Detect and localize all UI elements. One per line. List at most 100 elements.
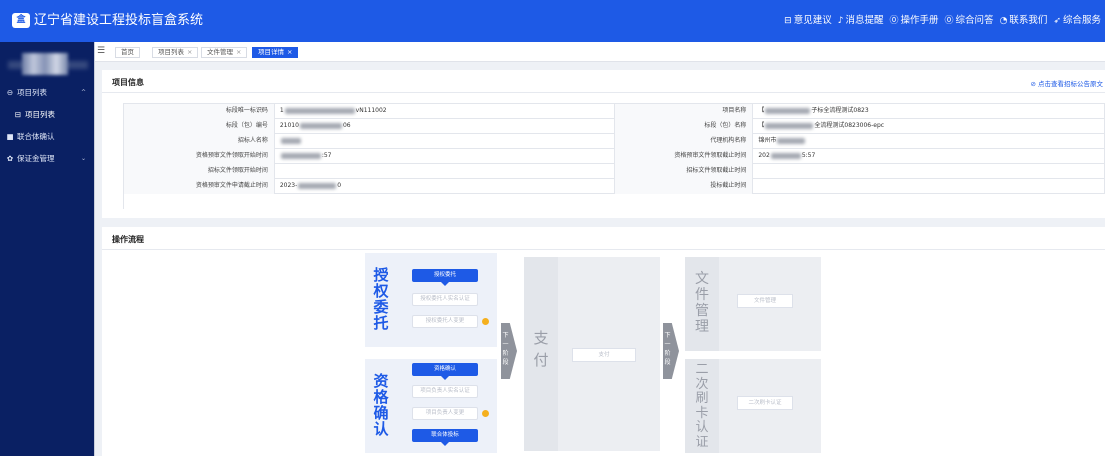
bell-icon: ♪ [837,16,844,26]
topnav-label: 操作手册 [900,15,939,26]
file-management-button[interactable]: 文件管理 [737,294,793,308]
tab-bar: ☰ 首页 项目列表 × 文件管理 × 项目详情 × [95,42,1105,62]
field-label: 招标人名称 [124,134,275,149]
section-title: 操作流程 [112,235,144,244]
next-stage-arrow: 下一阶段 [663,323,679,379]
status-dot-icon [482,410,489,417]
value-text: 202 [758,152,770,159]
table-row: 招标文件领取开始时间 招标文件领取截止时间 [124,164,1105,179]
table-row: 招标人名称 代理机构名称 锦州市 [124,134,1105,149]
operation-flow-panel: 操作流程 授权委托 授权委托 授权委托人实名认证 授权委托人变更 资格确认 资格… [102,227,1105,456]
payment-button[interactable]: 支付 [572,348,636,362]
topnav-label: 消息提醒 [845,15,884,26]
qualification-button[interactable]: 资格确认 [412,363,478,376]
sidebar-item-project-list[interactable]: ⊟ 项目列表 [0,108,94,122]
tab-project-list[interactable]: 项目列表 × [152,47,199,58]
sidebar-group-project-list[interactable]: ⊖ 项目列表 ^ [0,86,94,100]
consortium-bid-button[interactable]: 联合体投标 [412,429,478,442]
redacted-blur [770,152,801,159]
close-icon[interactable]: × [236,48,241,56]
value-text: vN111002 [355,107,387,114]
divider [102,92,1105,93]
tab-label: 文件管理 [207,48,233,56]
value-text: :57 [321,152,332,159]
topnav-contact[interactable]: ◔ 联系我们 [1000,14,1048,28]
agent-change-button[interactable]: 授权委托人变更 [412,315,478,328]
menu-toggle-icon[interactable]: ☰ [97,46,105,56]
tab-label: 项目详情 [258,48,284,56]
project-info-table: 标段唯一标识码 1 vN111002 项目名称 【 子标全流程测试0823 标段（包… [123,103,1105,209]
value-text: 子标全流程测试0823 [811,107,869,114]
caret-down-icon [441,442,449,446]
deposit-icon: ✿ [6,154,14,163]
tab-home[interactable]: 首页 [115,47,140,58]
caret-down-icon [441,376,449,380]
field-label: 投标截止时间 [614,179,754,194]
sidebar-item-label: 保证金管理 [17,154,55,163]
card-verification-button[interactable]: 二次刷卡认证 [737,396,793,410]
stage-payment: 支付 支付 [524,257,660,451]
value-text: 【 [758,122,765,129]
topnav-label: 意见建议 [793,15,832,26]
stage-authorization: 授权委托 授权委托 授权委托人实名认证 授权委托人变更 [365,253,497,347]
table-row: 资格预审文件领取开始时间 :57 资格预审文件领取截止时间 202 5:57 [124,149,1105,164]
field-label: 资格预审文件领取开始时间 [124,149,275,164]
notice-link[interactable]: ⊘ 点击查看招标公告原文 [1030,78,1103,88]
sidebar-divider [94,42,95,456]
value-text: 2023- [279,182,298,189]
topnav-feedback[interactable]: ⊟ 意见建议 [784,14,832,28]
value-text: 21010 [279,122,299,129]
field-value: 21010 06 [275,119,615,134]
feedback-icon: ⊟ [784,16,792,26]
project-info-panel: 项目信息 ⊘ 点击查看招标公告原文 标段唯一标识码 1 vN111002 项目名称… [102,70,1105,218]
redacted-blur [765,122,814,129]
field-label: 招标文件领取开始时间 [124,164,275,179]
topnav-label: 综合服务 [1062,15,1101,26]
value-text: 06 [342,122,351,129]
agent-verification-button[interactable]: 授权委托人实名认证 [412,293,478,306]
field-label: 资格预审文件申请截止时间 [124,179,275,194]
field-value: 1 vN111002 [275,104,615,119]
redacted-blur [298,182,337,189]
tab-label: 首页 [121,48,134,56]
topnav-messages[interactable]: ♪ 消息提醒 [838,14,884,28]
next-stage-label: 下一阶段 [664,332,671,366]
section-title: 项目信息 [112,78,144,87]
next-stage-label: 下一阶段 [502,332,509,366]
sidebar-item-deposit[interactable]: ✿ 保证金管理 ⌄ [0,152,94,166]
tab-label: 项目列表 [158,48,184,56]
stage-title: 支付 [533,329,549,369]
tab-file-management[interactable]: 文件管理 × [201,47,248,58]
consortium-icon: ■ [6,132,14,141]
sidebar-item-consortium[interactable]: ■ 联合体确认 [0,130,94,144]
authorization-button[interactable]: 授权委托 [412,269,478,282]
field-label: 项目名称 [614,104,754,119]
help-icon: ⓪ [944,16,954,26]
manager-change-button[interactable]: 项目负责人变更 [412,407,478,420]
tab-project-detail[interactable]: 项目详情 × [252,47,299,58]
close-icon[interactable]: × [287,48,292,56]
field-label: 标段（包）名称 [614,119,754,134]
avatar [22,53,68,75]
field-value [753,164,1105,179]
divider [102,249,1105,250]
field-label: 招标文件领取截止时间 [614,164,754,179]
list-group-icon: ⊖ [6,88,14,97]
manager-verification-button[interactable]: 项目负责人实名认证 [412,385,478,398]
close-icon[interactable]: × [187,48,192,56]
stage-title: 授权委托 [373,266,389,332]
topnav-service[interactable]: ➶ 综合服务 [1053,14,1101,28]
topnav-label: 联系我们 [1009,15,1048,26]
topnav-faq[interactable]: ⓪ 综合问答 [945,14,994,28]
field-label: 代理机构名称 [614,134,754,149]
stage-title: 资格确认 [373,372,389,438]
stage-title: 二次刷卡认证 [695,362,709,450]
field-value: :57 [275,149,615,164]
caret-down-icon [441,282,449,286]
notice-link-label: 点击查看招标公告原文 [1038,80,1103,88]
field-value: 202 5:57 [753,149,1105,164]
value-text: 【 [758,107,765,114]
field-label: 标段唯一标识码 [124,104,275,119]
topnav-manual[interactable]: ⓪ 操作手册 [890,14,939,28]
help-icon: ⓪ [889,16,899,26]
